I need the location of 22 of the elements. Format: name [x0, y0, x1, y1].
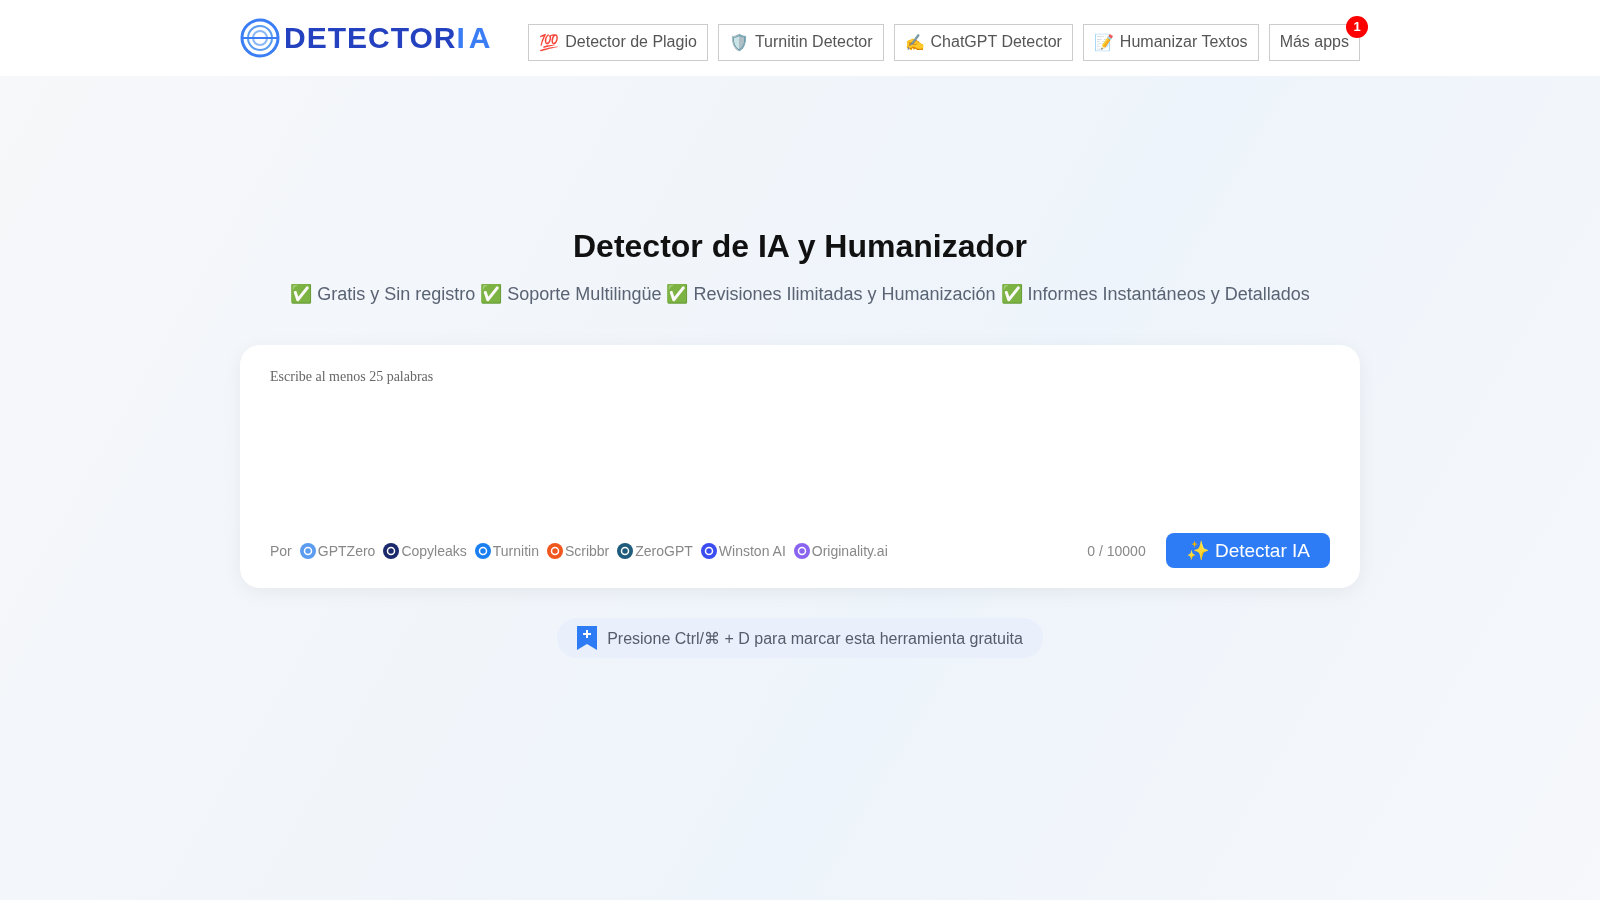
nav-link[interactable]: 💯 Detector de Plagio	[528, 23, 708, 61]
bookmark-hint-text: Presione Ctrl/⌘ + D para marcar esta herramienta gratuita	[607, 628, 1023, 648]
source-name: Winston AI	[718, 542, 786, 559]
source-label: Por	[270, 542, 292, 559]
source-name: GPTZero	[317, 542, 376, 559]
source-name: ZeroGPT	[635, 542, 693, 559]
page-title: Detector de IA y Humanizador	[573, 228, 1027, 265]
source-name: Copyleaks	[401, 542, 467, 559]
text-input-field[interactable]: Escribe al menos 25 palabras Por GPTZero Copyleaks Turnitin Scribbr ZeroGPT Winston AI Originality.ai 0 / 10000 ✨ Detectar IA	[240, 345, 1360, 588]
nav-link[interactable]: ✍ ChatGPT Detector	[893, 23, 1073, 61]
source-name: Turnitin	[492, 542, 539, 559]
detect-button[interactable]: ✨ Detectar IA	[1165, 533, 1330, 568]
source-name: Originality.ai	[811, 542, 888, 559]
bookmark-icon	[577, 626, 598, 650]
feature-list: ✅ Gratis y Sin registro ✅ Soporte Multilingüe ✅ Revisiones Ilimitadas y Humanización ✅ Informes Instantáneos y Detallados	[290, 283, 1310, 305]
source-name: Scribbr	[564, 542, 610, 559]
notification-badge: 1	[1346, 15, 1368, 38]
word-counter: 0 / 10000	[1087, 542, 1146, 559]
logo-text[interactable]: DETECTORIA	[284, 21, 495, 55]
logo-icon	[240, 18, 280, 58]
nav-link[interactable]: 📝 Humanizar Textos	[1082, 23, 1259, 61]
nav-link[interactable]: 🛡 Turnitin Detector	[717, 23, 884, 61]
